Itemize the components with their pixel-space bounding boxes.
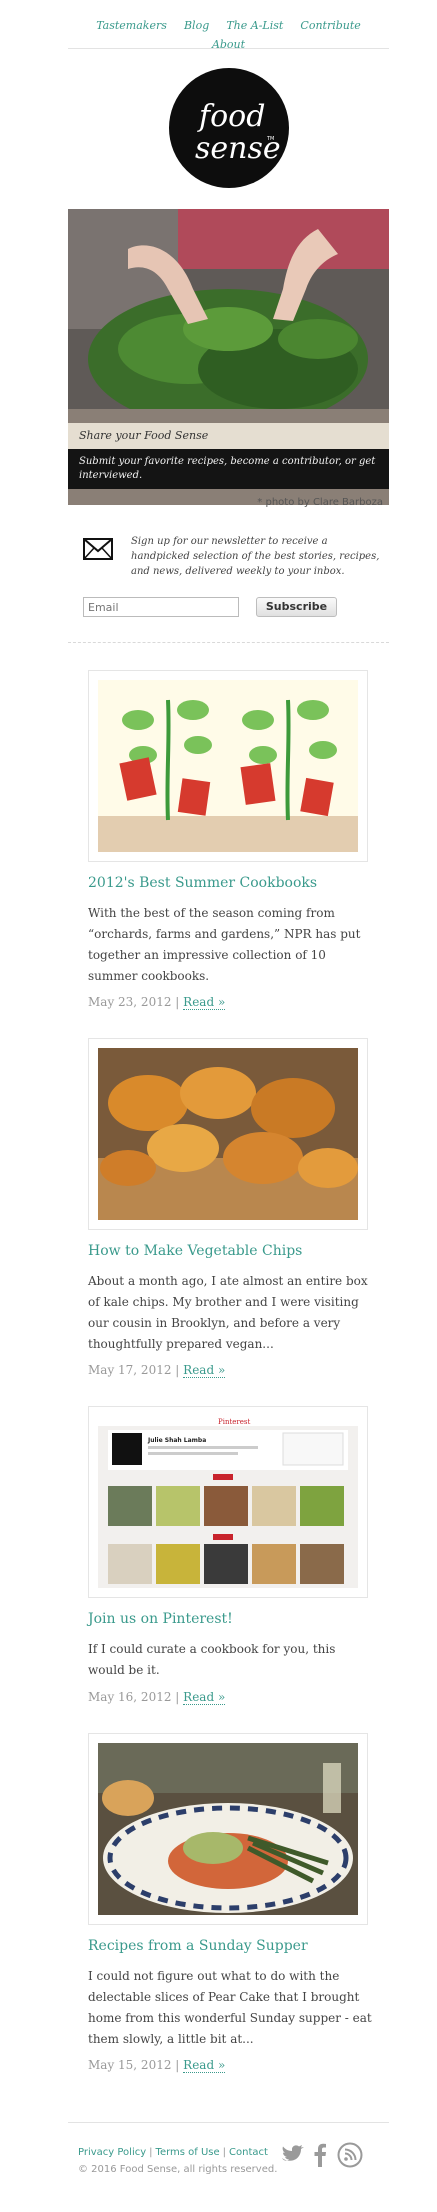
post-title[interactable]: 2012's Best Summer Cookbooks [88, 875, 317, 891]
read-more-link[interactable]: Read » [183, 1363, 226, 1378]
post-excerpt: With the best of the season coming from … [88, 906, 361, 983]
svg-text:TM: TM [266, 136, 274, 142]
nav-divider [68, 48, 389, 49]
hero-caption-bar: Share your Food Sense [68, 423, 389, 449]
logo-mark: food sense TM [195, 99, 281, 166]
privacy-policy-link[interactable]: Privacy Policy [78, 2147, 146, 2158]
nav-about[interactable]: About [212, 38, 245, 51]
copyright: © 2016 Food Sense, all rights reserved. [78, 2164, 278, 2175]
pinterest-profile-name: Julie Shah Lamba [147, 1437, 206, 1444]
pinterest-brand: Pinterest [218, 1418, 250, 1426]
post-excerpt: About a month ago, I ate almost an entir… [88, 1274, 368, 1351]
post-title[interactable]: Join us on Pinterest! [88, 1611, 233, 1627]
pinterest-screenshot: Pinterest Julie Shah Lamba [98, 1416, 358, 1588]
footer-links: Privacy Policy | Terms of Use | Contact [78, 2147, 268, 2158]
post-title[interactable]: How to Make Vegetable Chips [88, 1243, 302, 1259]
nav-contribute[interactable]: Contribute [300, 19, 360, 32]
read-more-link[interactable]: Read » [183, 995, 226, 1010]
hero-banner[interactable]: Share your Food Sense Submit your favori… [68, 209, 389, 505]
nav-blog[interactable]: Blog [184, 19, 209, 32]
terms-of-use-link[interactable]: Terms of Use [156, 2147, 220, 2158]
post-thumbnail-sunday-supper[interactable] [88, 1733, 368, 1925]
post-thumbnail-cookbooks[interactable] [88, 670, 368, 862]
svg-text:food: food [197, 99, 265, 134]
post-date: May 16, 2012 | [88, 1690, 180, 1704]
post-date: May 23, 2012 | [88, 995, 180, 1009]
post-excerpt: I could not figure out what to do with t… [88, 1969, 372, 2046]
read-more-link[interactable]: Read » [183, 1690, 226, 1705]
post-meta: May 17, 2012 | Read » [88, 1363, 226, 1378]
email-input[interactable] [83, 597, 239, 617]
twitter-icon[interactable] [279, 2142, 305, 2168]
post-meta: May 15, 2012 | Read » [88, 2058, 226, 2073]
footer-divider [68, 2122, 389, 2123]
post-meta: May 23, 2012 | Read » [88, 995, 226, 1010]
footer-separator: | [222, 2147, 227, 2158]
footer-separator: | [149, 2147, 153, 2158]
cookbooks-illustration [98, 680, 358, 852]
post-title[interactable]: Recipes from a Sunday Supper [88, 1938, 308, 1954]
post-thumbnail-veg-chips[interactable] [88, 1038, 368, 1230]
post-excerpt: If I could curate a cookbook for you, th… [88, 1642, 336, 1677]
nav-tastemakers[interactable]: Tastemakers [96, 19, 167, 32]
hero-caption: Share your Food Sense [79, 429, 209, 442]
post-meta: May 16, 2012 | Read » [88, 1690, 226, 1705]
post-thumbnail-pinterest[interactable]: Pinterest Julie Shah Lamba [88, 1406, 368, 1598]
page-container: Tastemakers Blog The A-List Contribute A… [68, 0, 389, 2212]
nav-a-list[interactable]: The A-List [226, 19, 283, 32]
envelope-icon [83, 538, 113, 560]
veg-chips-photo [98, 1048, 358, 1220]
main-nav: Tastemakers Blog The A-List Contribute A… [68, 14, 389, 51]
newsletter-divider [68, 642, 389, 643]
photo-credit: * photo by Clare Barboza [257, 497, 383, 508]
post-date: May 17, 2012 | [88, 1363, 180, 1377]
contact-link[interactable]: Contact [229, 2147, 268, 2158]
sunday-supper-photo [98, 1743, 358, 1915]
newsletter-text: Sign up for our newsletter to receive a … [131, 536, 380, 577]
subscribe-button[interactable]: Subscribe [256, 597, 337, 617]
hero-tagline-bar: Submit your favorite recipes, become a c… [68, 449, 389, 489]
read-more-link[interactable]: Read » [183, 2058, 226, 2073]
post-date: May 15, 2012 | [88, 2058, 180, 2072]
rss-icon[interactable] [337, 2142, 363, 2168]
food-sense-logo[interactable]: food sense TM [169, 68, 289, 188]
hero-tagline: Submit your favorite recipes, become a c… [79, 456, 376, 481]
facebook-icon[interactable] [308, 2142, 334, 2168]
